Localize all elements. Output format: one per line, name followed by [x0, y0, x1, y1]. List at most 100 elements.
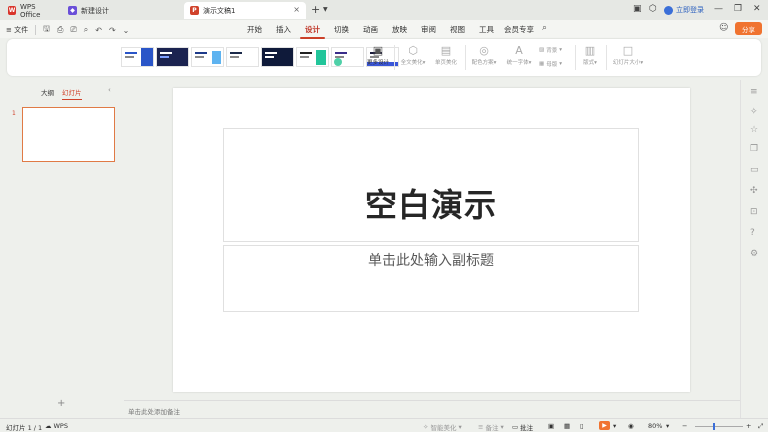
- notes-toggle[interactable]: ≡ 备注 ▾: [478, 422, 504, 432]
- slide-number: 1: [12, 110, 16, 117]
- smart-beautify-button[interactable]: ✧ 智能美化 ▾: [423, 422, 462, 432]
- theme-thumb[interactable]: [156, 47, 189, 67]
- tab-transition[interactable]: 切换: [327, 24, 356, 35]
- quick-access-toolbar: ≡ 文件 🖫 ⎙ ⎚ ⌕ ↶ ↷ ⌄: [6, 23, 129, 37]
- theme-thumb[interactable]: [191, 47, 224, 67]
- save-icon[interactable]: 🖫: [43, 23, 50, 37]
- zoom-out-icon[interactable]: −: [682, 422, 687, 430]
- window-layout-icon[interactable]: ▣: [633, 4, 642, 14]
- search-icon[interactable]: ⌕: [542, 23, 547, 33]
- collapse-panel-icon[interactable]: ‹: [108, 86, 111, 94]
- chevron-down-icon: ▾: [640, 60, 644, 66]
- login-label: 立即登录: [676, 6, 704, 14]
- unify-font-button[interactable]: A 统一字体▾: [503, 44, 535, 66]
- new-tab-icon[interactable]: +: [311, 3, 320, 16]
- normal-view-icon[interactable]: ▣: [548, 422, 554, 430]
- settings-icon[interactable]: ⚙: [750, 249, 758, 259]
- chevron-down-icon[interactable]: ▾: [613, 422, 616, 430]
- tab-tools[interactable]: 工具: [472, 24, 501, 35]
- tab-design[interactable]: 设计: [298, 24, 327, 39]
- sparkle-icon[interactable]: ✧: [750, 107, 758, 117]
- close-icon[interactable]: ×: [293, 5, 300, 14]
- shapes-icon[interactable]: ▭: [750, 165, 759, 175]
- zoom-dropdown-icon[interactable]: ▾: [666, 422, 669, 430]
- feedback-icon[interactable]: ☺: [719, 23, 728, 33]
- tab-home[interactable]: 开始: [240, 24, 269, 35]
- wps-status[interactable]: ☁ WPS: [45, 422, 68, 430]
- tab-view[interactable]: 视图: [443, 24, 472, 35]
- right-toolbar: ≡ ✧ ☆ ❐ ▭ ✣ ⊡ ? ⚙: [740, 80, 768, 418]
- tab-member[interactable]: 会员专享: [501, 24, 537, 35]
- tab-review[interactable]: 审阅: [414, 24, 443, 35]
- slide-thumbnail[interactable]: [22, 107, 115, 162]
- background-button[interactable]: ▨ 背景 ▾: [539, 46, 562, 54]
- star-icon[interactable]: ☆: [750, 125, 758, 135]
- title-placeholder[interactable]: 空白演示: [223, 128, 639, 242]
- sorter-view-icon[interactable]: ▦: [564, 422, 570, 430]
- minimize-icon[interactable]: —: [714, 4, 723, 14]
- more-design-button[interactable]: ▣ 更多设计: [365, 44, 391, 66]
- preview-icon[interactable]: ⌕: [84, 25, 88, 35]
- zoom-slider-handle[interactable]: [713, 423, 715, 430]
- master-button[interactable]: ▦ 母版 ▾: [539, 60, 562, 68]
- tab-new-design[interactable]: ◆ 新建设计: [62, 2, 182, 19]
- tab-presentation[interactable]: P 演示文稿1 ×: [184, 2, 306, 19]
- play-button[interactable]: ▶: [599, 421, 610, 430]
- file-menu-button[interactable]: ≡ 文件: [6, 25, 28, 35]
- zoom-level[interactable]: 80%: [648, 422, 662, 430]
- comments-toggle[interactable]: ▭ 批注: [512, 422, 533, 432]
- eye-icon[interactable]: ◉: [628, 422, 634, 430]
- tab-outline[interactable]: 大纲: [41, 87, 54, 97]
- tab-slides[interactable]: 幻灯片: [62, 87, 82, 100]
- panel-tabs: 大纲 幻灯片: [41, 87, 82, 100]
- slide-canvas[interactable]: 空白演示 单击此处输入副标题: [173, 88, 690, 392]
- layout-label: 版式: [583, 60, 595, 66]
- tab-insert[interactable]: 插入: [269, 24, 298, 35]
- slide-size-button[interactable]: □ 幻灯片大小▾: [607, 44, 649, 66]
- color-scheme-button[interactable]: ◎ 配色方案▾: [468, 44, 500, 66]
- export-icon[interactable]: ⎙: [57, 25, 63, 35]
- theme-thumb[interactable]: [331, 47, 364, 67]
- crop-icon[interactable]: ⊡: [750, 207, 758, 217]
- theme-thumb[interactable]: [121, 47, 154, 67]
- magic-icon[interactable]: ✣: [750, 186, 758, 196]
- properties-icon[interactable]: ≡: [750, 87, 758, 97]
- more-chevron-icon[interactable]: ⌄: [123, 26, 130, 35]
- cube-icon[interactable]: ⬡: [649, 4, 657, 14]
- notes-label: 备注: [485, 424, 499, 432]
- reading-view-icon[interactable]: ▯: [580, 422, 584, 430]
- subtitle-placeholder[interactable]: 单击此处输入副标题: [223, 245, 639, 312]
- layout-button[interactable]: ▥ 版式▾: [577, 44, 603, 66]
- chevron-down-icon: ▾: [500, 423, 504, 431]
- zoom-in-icon[interactable]: +: [746, 422, 751, 430]
- theme-thumb[interactable]: [296, 47, 329, 67]
- maximize-icon[interactable]: ❐: [734, 4, 742, 14]
- tab-label: WPS Office: [20, 2, 41, 19]
- login-button[interactable]: 立即登录: [664, 5, 704, 15]
- print-icon[interactable]: ⎚: [70, 25, 76, 35]
- help-icon[interactable]: ?: [750, 228, 755, 238]
- chevron-down-icon[interactable]: ▼: [323, 6, 328, 13]
- slide-size-icon: □: [622, 44, 634, 57]
- full-beautify-label: 全文美化: [400, 60, 423, 66]
- close-window-icon[interactable]: ✕: [753, 4, 761, 14]
- design-ribbon: ▣ 更多设计 ⬡ 全文美化▾ ▤ 单页美化 ◎ 配色方案▾ A 统一字体▾ ▨ …: [7, 39, 761, 76]
- full-beautify-button[interactable]: ⬡ 全文美化▾: [397, 44, 429, 66]
- notes-pane[interactable]: 单击此处添加备注: [124, 400, 740, 418]
- tab-wps-office[interactable]: W WPS Office: [2, 2, 60, 19]
- single-beautify-button[interactable]: ▤ 单页美化: [431, 44, 461, 66]
- tab-slideshow[interactable]: 放映: [385, 24, 414, 35]
- theme-thumb[interactable]: [261, 47, 294, 67]
- single-beautify-label: 单页美化: [434, 60, 457, 66]
- share-button[interactable]: 分享: [735, 22, 762, 35]
- redo-icon[interactable]: ↷: [109, 26, 116, 35]
- copy-icon[interactable]: ❐: [750, 144, 758, 154]
- zoom-slider[interactable]: [695, 426, 743, 427]
- fit-icon[interactable]: ⤢: [758, 422, 763, 431]
- tab-animation[interactable]: 动画: [356, 24, 385, 35]
- theme-thumb[interactable]: [226, 47, 259, 67]
- add-slide-icon[interactable]: +: [57, 398, 65, 409]
- undo-icon[interactable]: ↶: [95, 26, 102, 35]
- background-icon: ▨: [539, 47, 545, 53]
- status-bar: 幻灯片 1 / 1 ☁ WPS ✧ 智能美化 ▾ ≡ 备注 ▾ ▭ 批注 ▣ ▦ ▯ ▶ ▾…: [0, 418, 768, 432]
